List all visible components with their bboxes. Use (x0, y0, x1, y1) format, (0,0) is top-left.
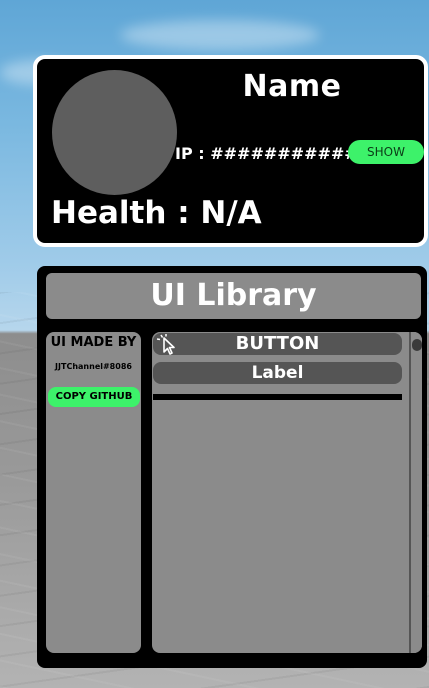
content-panel: BUTTON Label (152, 332, 422, 653)
player-name: Name (242, 69, 342, 104)
ip-label: IP : ############# (175, 144, 353, 163)
cursor-click-icon (155, 333, 185, 355)
copy-github-button[interactable]: COPY GITHUB (48, 387, 140, 407)
divider (153, 394, 402, 400)
label-element: Label (153, 362, 402, 384)
window-title[interactable]: UI Library (46, 273, 421, 319)
scroll-thumb[interactable] (412, 339, 422, 351)
button-element[interactable]: BUTTON (153, 333, 402, 355)
scrollbar[interactable] (409, 332, 422, 653)
cloud (120, 20, 320, 50)
button-label: BUTTON (235, 333, 320, 354)
health-label: Health : N/A (51, 195, 262, 231)
avatar (52, 70, 177, 195)
discord-tag: JJTChannel#8086 (55, 362, 132, 371)
info-panel: UI MADE BY JJTChannel#8086 COPY GITHUB (46, 332, 141, 653)
profile-card: Name IP : ############# SHOW Health : N/… (33, 55, 428, 247)
made-by-label: UI MADE BY (50, 335, 137, 350)
show-ip-button[interactable]: SHOW (348, 140, 424, 164)
ui-library-window: UI Library UI MADE BY JJTChannel#8086 CO… (37, 266, 427, 668)
